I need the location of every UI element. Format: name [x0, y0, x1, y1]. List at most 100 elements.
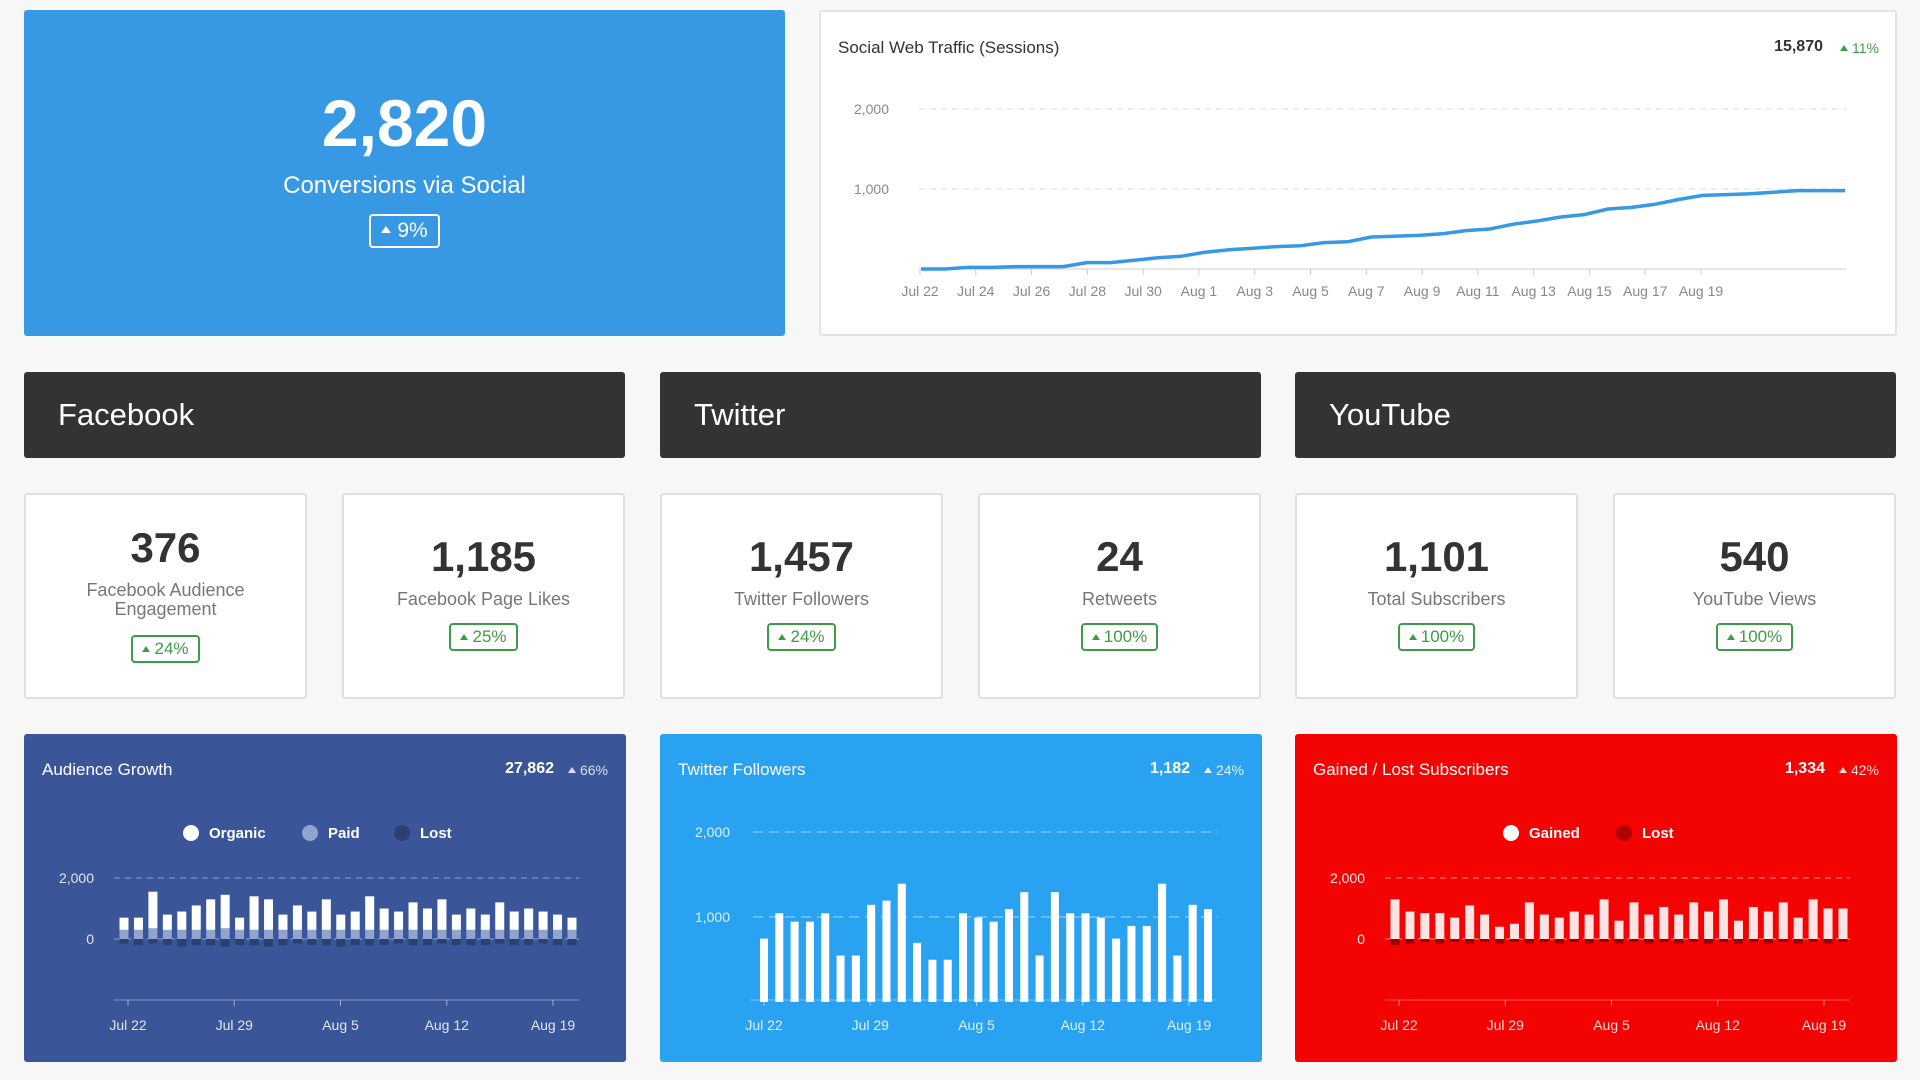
bar-lost [1509, 939, 1519, 943]
bar-paid [451, 929, 461, 939]
conversions-change-badge: 9% [369, 214, 440, 248]
bar-followers [913, 942, 922, 1002]
bar-followers [1096, 917, 1105, 1002]
bar-gained [1480, 914, 1490, 939]
legend-lost-label: Lost [420, 825, 452, 842]
bar-lost [1450, 939, 1460, 943]
y-tick-label: 0 [1357, 931, 1365, 947]
x-tick-label: Aug 13 [1511, 283, 1556, 299]
bar-paid [422, 929, 432, 939]
x-tick-label: Aug 5 [322, 1017, 359, 1033]
bar-gained [1599, 899, 1609, 939]
kpi-change: 100% [1103, 627, 1148, 646]
bar-lost [1420, 939, 1430, 943]
x-tick-label: Jul 29 [1487, 1017, 1525, 1033]
bar-organic [422, 908, 432, 930]
bar-lost [1689, 939, 1699, 943]
bar-gained [1584, 914, 1594, 939]
kpi-change: 24% [154, 639, 189, 658]
bar-gained [1808, 899, 1818, 939]
arrow-up-icon [1726, 633, 1735, 640]
kpi-value: 1,185 [430, 533, 537, 580]
kpi-card-fb-engagement: 376 Facebook Audience Engagement 24% [24, 493, 307, 699]
bar-gained [1524, 902, 1534, 939]
audience-growth-card: Audience Growth 27,862 66% Organic Paid … [24, 734, 626, 1062]
bar-lost [495, 939, 505, 944]
bar-paid [307, 929, 317, 939]
x-tick-label: Aug 15 [1567, 283, 1612, 299]
bar-paid [133, 929, 143, 939]
kpi-change: 25% [472, 627, 507, 646]
y-tick-label: 2,000 [854, 101, 889, 117]
bar-lost [1554, 939, 1564, 944]
bar-paid [235, 929, 245, 939]
bar-paid [162, 929, 172, 939]
kpi-change-badge: 100% [1715, 623, 1794, 651]
bar-followers [1158, 883, 1167, 1002]
conversions-label: Conversions via Social [283, 172, 526, 199]
x-tick-label: Aug 11 [1456, 283, 1500, 299]
kpi-label: Retweets [1081, 589, 1158, 609]
bar-paid [148, 928, 158, 939]
bar-organic [264, 899, 274, 930]
bar-gained [1778, 902, 1788, 939]
bar-lost [1569, 939, 1579, 943]
kpi-value: 540 [1719, 533, 1790, 580]
legend-lost-label: Lost [1642, 825, 1674, 842]
legend-lost-swatch [394, 825, 410, 841]
bar-paid [365, 929, 375, 939]
arrow-up-icon [460, 633, 469, 640]
bar-paid [524, 929, 534, 939]
kpi-value: 24 [1096, 533, 1143, 580]
bar-organic [336, 914, 346, 930]
bar-paid [480, 929, 490, 939]
bar-gained [1420, 913, 1430, 939]
bar-gained [1793, 917, 1803, 939]
bar-lost [350, 939, 360, 946]
bar-lost [365, 939, 375, 946]
bar-organic [177, 911, 187, 930]
bar-gained [1614, 920, 1624, 939]
traffic-line-chart: 2,000 1,000 Jul 22 Jul 24 Jul 26 Jul 28 Jul 30… [854, 101, 1846, 299]
bar-lost [1524, 939, 1534, 944]
kpi-change-badge: 24% [767, 623, 836, 651]
bar-paid [350, 929, 360, 939]
bar-gained [1405, 911, 1415, 939]
bar-paid [177, 929, 187, 939]
bar-gained [1569, 911, 1579, 939]
bar-gained [1719, 899, 1729, 939]
bar-lost [264, 939, 274, 947]
y-tick-label: 2,000 [695, 824, 730, 840]
bar-paid [336, 929, 346, 939]
bar-lost [133, 939, 143, 946]
bar-lost [394, 939, 404, 944]
bar-paid [220, 928, 230, 939]
bar-organic [509, 911, 519, 930]
bar-lost [379, 939, 389, 946]
bar-followers [1020, 892, 1029, 1002]
twitter-followers-card: Twitter Followers 1,182 24% 2,000 1,000 Ju… [660, 734, 1262, 1062]
traffic-chart-card: Social Web Traffic (Sessions) 15,870 11%… [819, 10, 1897, 336]
bar-lost [177, 939, 187, 947]
bar-followers [1112, 938, 1121, 1002]
bar-lost [422, 939, 432, 946]
bar-paid [321, 929, 331, 939]
conversions-value: 2,820 [321, 86, 488, 160]
bar-followers [790, 921, 799, 1002]
bar-lost [162, 939, 172, 946]
bar-paid [191, 929, 201, 939]
kpi-card-yt-views: 540 YouTube Views 100% [1613, 493, 1896, 699]
bar-lost [119, 939, 129, 944]
bar-paid [264, 929, 274, 939]
bar-followers [943, 959, 952, 1002]
kpi-card-fb-likes: 1,185 Facebook Page Likes 25% [342, 493, 625, 699]
arrow-up-icon [1091, 633, 1100, 640]
bar-organic [394, 911, 404, 930]
bar-lost [1733, 939, 1743, 944]
bar-paid [119, 929, 129, 939]
bar-lost [524, 939, 534, 946]
x-tick-label: Aug 19 [1167, 1017, 1212, 1033]
bar-organic [206, 899, 216, 930]
bar-lost [148, 939, 158, 944]
bar-lost [451, 939, 461, 946]
